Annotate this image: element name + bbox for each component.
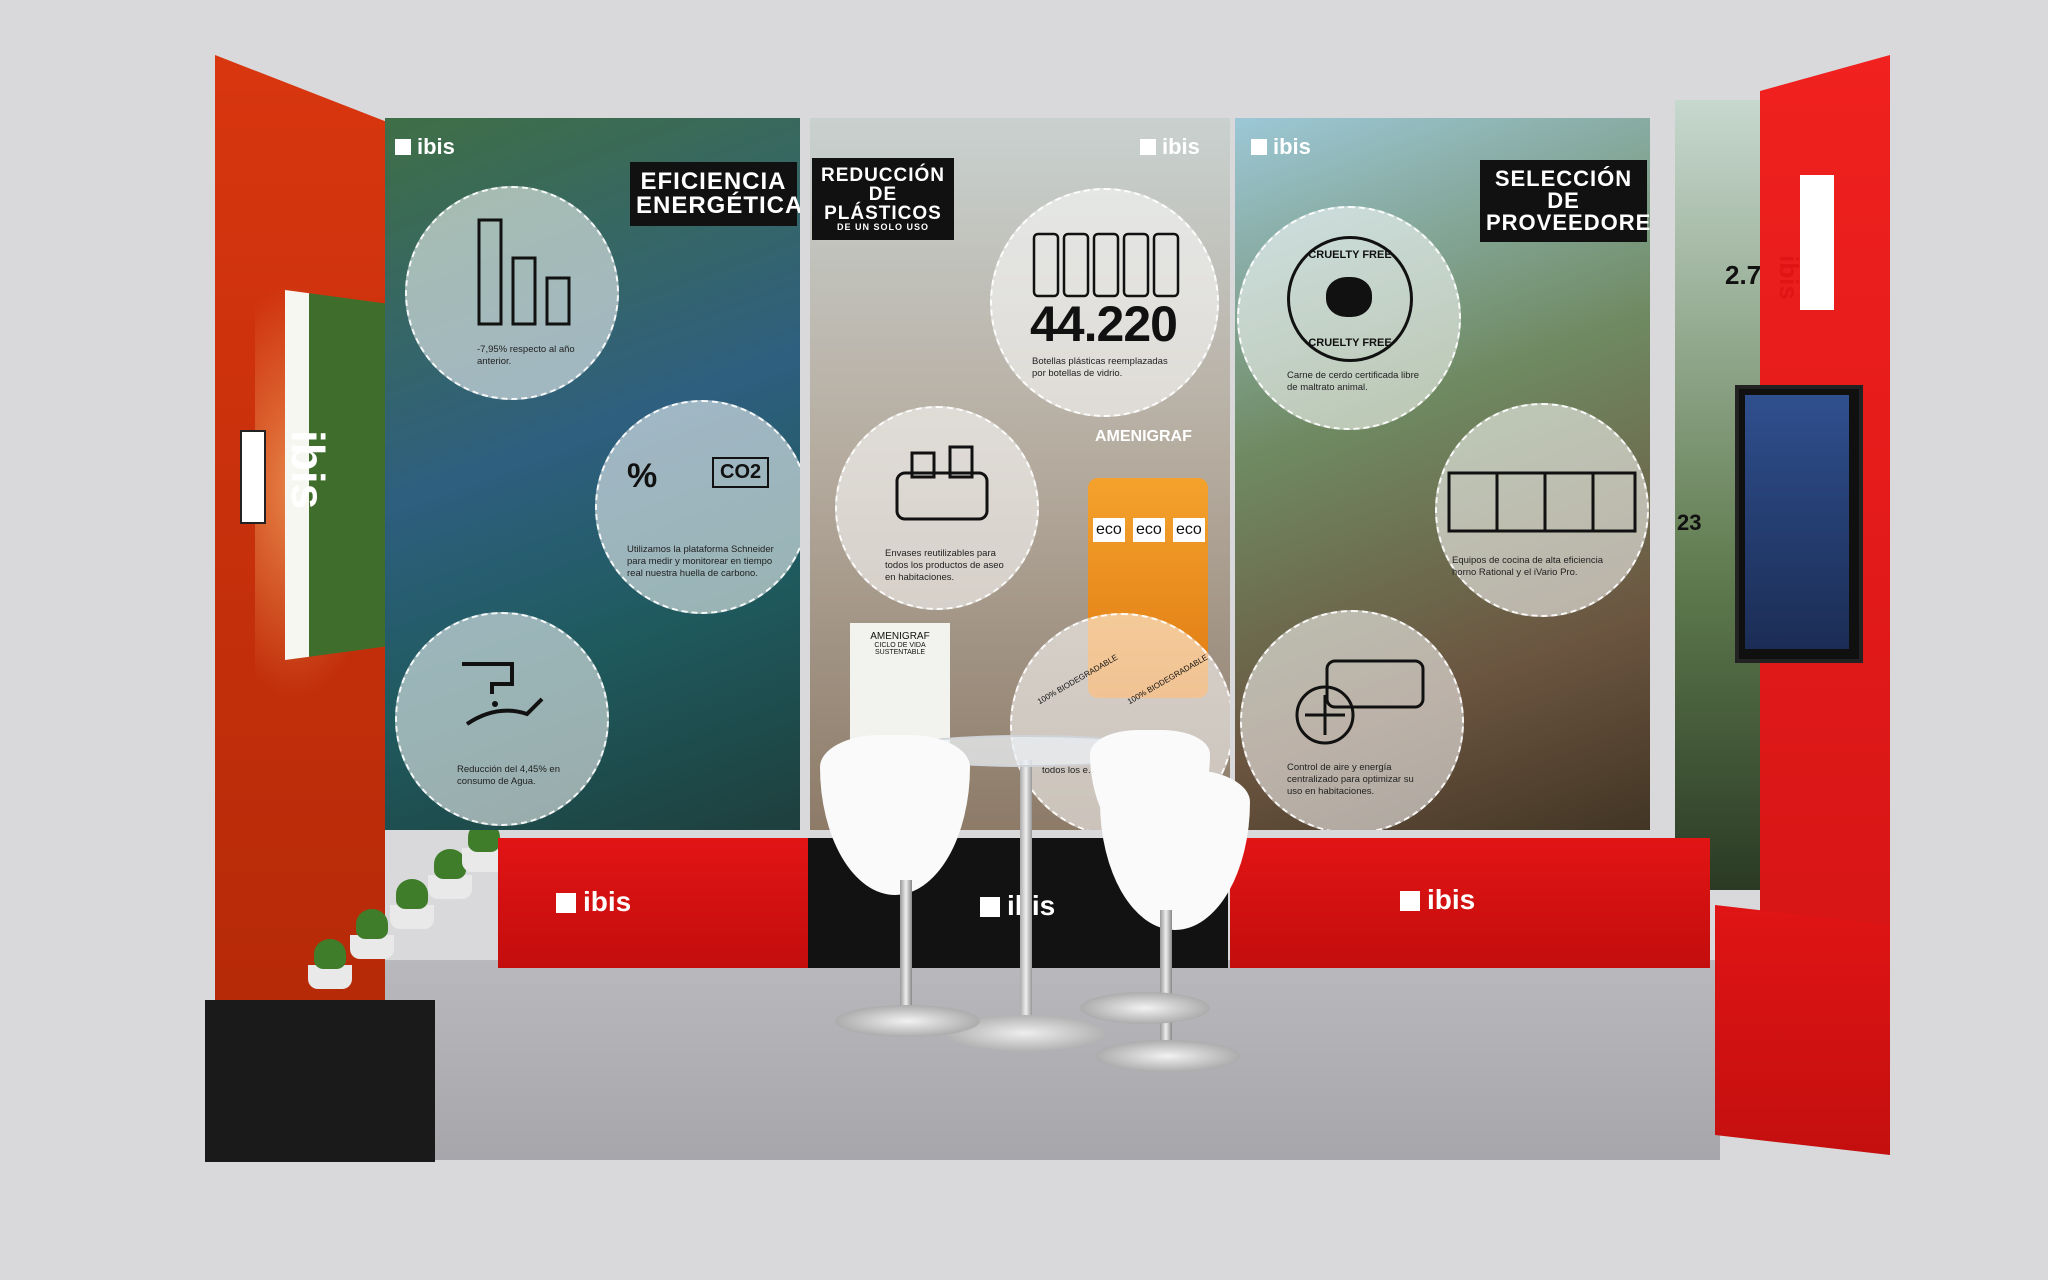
side-panel-number: 2.70 (1725, 260, 1760, 290)
counter-logo: ibis (980, 890, 1055, 922)
dispenser-icon (895, 445, 989, 521)
brand-square-icon (1251, 139, 1267, 155)
air-conditioner-snowflake-icon (1295, 659, 1425, 745)
left-black-base (205, 1000, 435, 1162)
panel-supplier-selection: ibis SELECCIÓN DE PROVEEDORES CRUELTY FR… (1235, 118, 1650, 830)
grass-logo-text: ibis (282, 430, 334, 510)
info-circle: Reducción del 4,45% en consumo de Agua. (395, 612, 609, 826)
bottles-count: 44.220 (1030, 296, 1178, 352)
table-pole (1020, 760, 1032, 1030)
counter-logo: ibis (556, 886, 631, 918)
brand-square-icon (1140, 139, 1156, 155)
wall-sign (240, 430, 266, 524)
co2-icon: CO2 (712, 457, 770, 488)
stool-pole (1160, 910, 1172, 1050)
right-red-base: ibis (1715, 905, 1890, 1155)
plant-pot (390, 879, 434, 929)
tv-display (1745, 395, 1849, 649)
stool-base (1095, 1040, 1240, 1072)
panel-title: REDUCCIÓN DE PLÁSTICOS DE UN SOLO USO (812, 158, 954, 240)
info-circle: 44.220 Botellas plásticas reemplazadas p… (990, 188, 1219, 417)
booth-render: ibis ibis EFICIENCIA ENERGÉTICA -7,95% r… (0, 0, 2048, 1280)
bottles-icon (1032, 232, 1180, 298)
water-tap-hand-icon (462, 662, 544, 726)
panel-brand-logo: ibis (1251, 134, 1311, 160)
cruelty-free-badge-icon: CRUELTY FREE CRUELTY FREE (1287, 236, 1413, 362)
info-circle: Envases reutilizables para todos los pro… (835, 406, 1039, 610)
info-circle: Control de aire y energía centralizado p… (1240, 610, 1464, 830)
info-circle: CRUELTY FREE CRUELTY FREE Carne de cerdo… (1237, 206, 1461, 430)
side-panel-percent: 23 (1677, 510, 1702, 535)
pig-icon (1326, 277, 1372, 317)
grass-logo-sign: ibis (285, 290, 395, 660)
stool-base (835, 1005, 980, 1037)
info-circle: Equipos de cocina de alta eficiencia hor… (1435, 403, 1649, 617)
panel-title: EFICIENCIA ENERGÉTICA (630, 162, 800, 226)
kitchen-equipment-icon (1447, 471, 1637, 533)
brand-square-icon (556, 893, 576, 913)
panel-title: SELECCIÓN DE PROVEEDORES (1480, 160, 1650, 242)
plant-pot (428, 849, 472, 899)
panel-brand-logo: ibis (395, 134, 455, 160)
percent-drop-icon: % (627, 457, 658, 495)
floor (380, 960, 1720, 1160)
bar-chart-icon (477, 218, 571, 326)
red-counter: ibis (498, 838, 808, 968)
plant-pot (350, 909, 394, 959)
tv-screen (1735, 385, 1863, 663)
panel-energy-efficiency: ibis EFICIENCIA ENERGÉTICA -7,95% respec… (385, 118, 800, 830)
red-counter: ibis (1230, 838, 1710, 968)
counter-logo: ibis (1400, 884, 1475, 916)
panel-brand-logo: ibis (1140, 134, 1200, 160)
info-circle: -7,95% respecto al año anterior. (405, 186, 619, 400)
stool-pole (900, 880, 912, 1020)
stool-base (1080, 992, 1210, 1024)
brand-square-icon (395, 139, 411, 155)
amenigraf-card: AMENIGRAF CICLO DE VIDA SUSTENTABLE (850, 623, 950, 753)
vertical-brand-sign: ibis (1774, 175, 1834, 310)
bottle-brand: AMENIGRAF (1095, 428, 1192, 445)
brand-square-icon (1400, 891, 1420, 911)
brand-square-icon (980, 897, 1000, 917)
panel-plastic-reduction: ibis REDUCCIÓN DE PLÁSTICOS DE UN SOLO U… (810, 118, 1230, 830)
info-circle: % CO2 Utilizamos la plataforma Schneider… (595, 400, 800, 614)
plant-pot (308, 939, 352, 989)
